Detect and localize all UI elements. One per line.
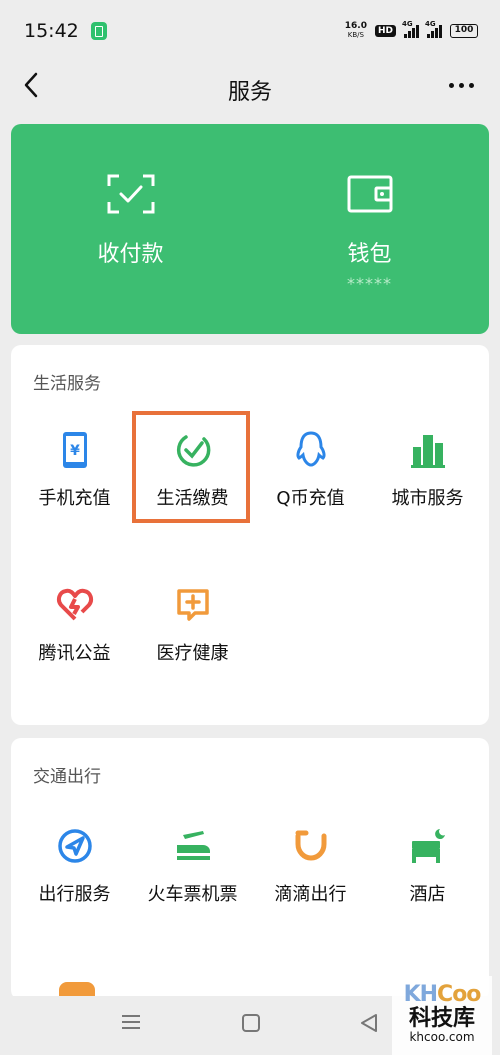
watermark-logo-a: KH (403, 982, 438, 1007)
back-triangle-icon[interactable] (360, 1014, 378, 1036)
battery-icon: 100 (450, 24, 478, 38)
phone-yuan-icon: ¥ (55, 430, 95, 470)
watermark-url: khcoo.com (409, 1030, 475, 1044)
didi-item[interactable]: 滴滴出行 (251, 826, 370, 936)
network-speed-unit: KB/S (347, 31, 364, 39)
page-title: 服务 (227, 80, 272, 105)
svg-text:¥: ¥ (70, 443, 80, 459)
hd-badge: HD (374, 25, 396, 37)
travel-services-label: 出行服务 (38, 884, 111, 905)
watermark: KHCoo 科技库 khcoo.com (392, 976, 492, 1055)
didi-icon (291, 826, 331, 866)
more-options-icon[interactable] (444, 68, 478, 102)
tencent-charity-label: 腾讯公益 (38, 643, 111, 664)
life-services-section: 生活服务 ¥ 手机充值 生活缴费 Q币充值 城市服务 腾讯公益 医疗健康 (11, 345, 489, 725)
train-flight-label: 火车票机票 (147, 884, 238, 905)
wallet-icon (346, 174, 394, 218)
hotel-bed-icon (408, 826, 448, 866)
qq-penguin-icon (291, 430, 331, 470)
utility-payment-item[interactable]: 生活缴费 (133, 430, 252, 540)
receive-pay-button[interactable]: 收付款 (11, 124, 250, 334)
back-icon[interactable] (14, 68, 48, 102)
network-speed: 16.0 KB/S (345, 22, 367, 40)
medical-health-label: 医疗健康 (156, 643, 229, 664)
transport-title: 交通出行 (33, 767, 101, 787)
train-flight-item[interactable]: 火车票机票 (133, 826, 252, 936)
mobile-recharge-item[interactable]: ¥ 手机充值 (15, 430, 134, 540)
signal-label: 4G (402, 20, 413, 28)
qcoin-recharge-label: Q币充值 (276, 488, 345, 509)
signal-icon: 4G (402, 20, 419, 38)
signal-label-2: 4G (425, 20, 436, 28)
status-time: 15:42 (24, 20, 79, 42)
life-services-title: 生活服务 (33, 374, 101, 394)
didi-label: 滴滴出行 (274, 884, 347, 905)
navigation-arrow-icon (55, 826, 95, 866)
medical-health-item[interactable]: 医疗健康 (133, 585, 252, 695)
status-bar: 15:42 16.0 KB/S HD 4G 4G 100 (0, 0, 500, 62)
utility-payment-label: 生活缴费 (156, 488, 229, 509)
city-services-item[interactable]: 城市服务 (368, 430, 487, 540)
tencent-charity-item[interactable]: 腾讯公益 (15, 585, 134, 695)
watermark-cn: 科技库 (408, 1006, 475, 1031)
train-plane-icon (173, 826, 213, 866)
city-buildings-icon (408, 430, 448, 470)
charity-heart-icon (55, 585, 95, 625)
signal-icon-2: 4G (425, 20, 442, 38)
wallet-balance-hidden: ***** (347, 274, 392, 293)
travel-services-item[interactable]: 出行服务 (15, 826, 134, 936)
pay-card: 收付款 钱包 ***** (11, 124, 489, 334)
transport-section: 交通出行 出行服务 火车票机票 滴滴出行 酒店 (11, 738, 489, 1000)
check-circle-icon (173, 430, 213, 470)
notification-app-icon (90, 22, 107, 40)
wallet-label: 钱包 (347, 242, 392, 267)
menu-icon[interactable] (122, 1014, 140, 1034)
city-services-label: 城市服务 (391, 488, 464, 509)
nav-bar: 服务 (0, 62, 500, 118)
receive-pay-label: 收付款 (97, 242, 164, 267)
qcoin-recharge-item[interactable]: Q币充值 (251, 430, 370, 540)
network-speed-value: 16.0 (344, 21, 367, 31)
watermark-logo-b: Coo (437, 982, 481, 1007)
hotel-label: 酒店 (409, 884, 446, 905)
mobile-recharge-label: 手机充值 (38, 488, 111, 509)
status-indicators: 16.0 KB/S HD 4G 4G 100 (345, 20, 478, 40)
wallet-button[interactable]: 钱包 ***** (250, 124, 489, 334)
medical-chat-icon (173, 585, 213, 625)
scan-check-icon (107, 174, 155, 218)
watermark-logo: KHCoo (392, 982, 492, 1007)
hotel-item[interactable]: 酒店 (368, 826, 487, 936)
home-icon[interactable] (242, 1014, 260, 1036)
